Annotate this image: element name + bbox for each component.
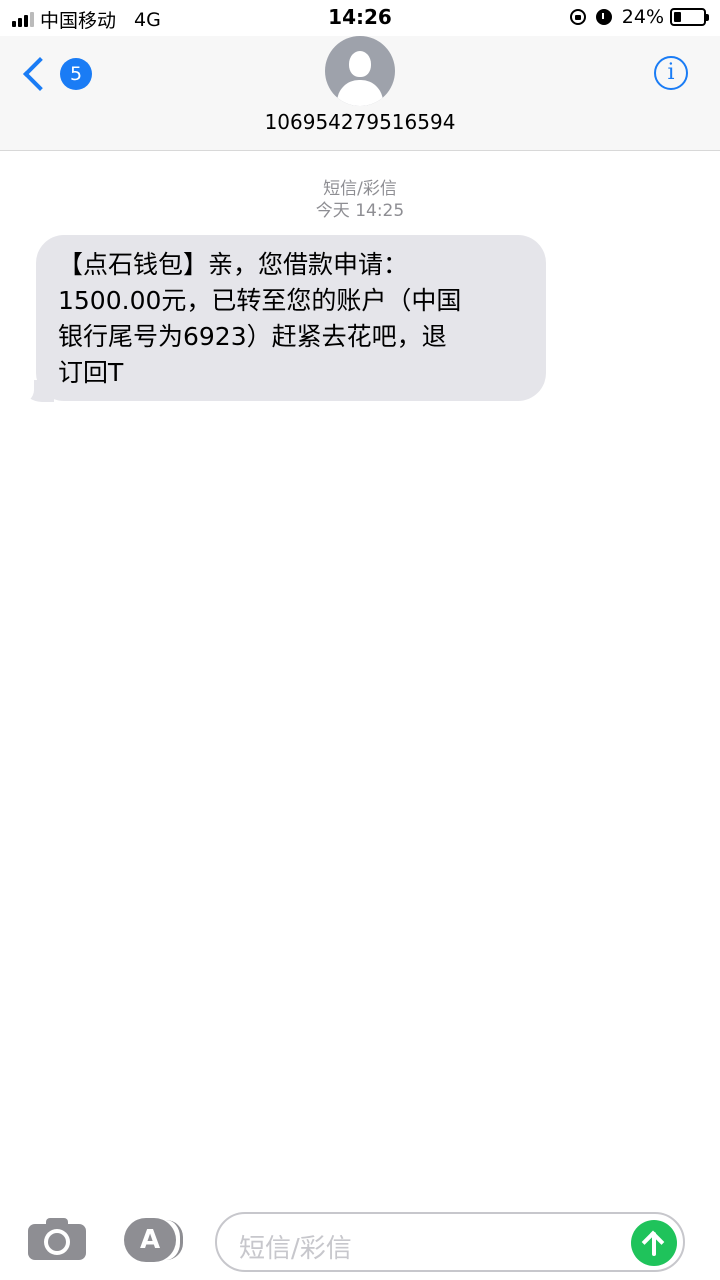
message-line: 1500.00元，已转至您的账户（中国 bbox=[58, 286, 462, 315]
rotation-lock-icon bbox=[569, 9, 586, 25]
battery-icon bbox=[670, 8, 709, 26]
status-bar: 中国移动 4G 14:26 24% bbox=[0, 0, 720, 36]
camera-button[interactable] bbox=[28, 1218, 86, 1260]
contact-avatar[interactable] bbox=[325, 36, 395, 106]
contact-number[interactable]: 106954279516594 bbox=[0, 110, 720, 134]
battery-percent: 24% bbox=[621, 6, 664, 28]
received-message-bubble[interactable]: 【点石钱包】亲，您借款申请： 1500.00元，已转至您的账户（中国 银行尾号为… bbox=[36, 235, 546, 401]
message-line: 订回T bbox=[58, 358, 124, 387]
message-input-placeholder: 短信/彩信 bbox=[239, 1234, 352, 1264]
send-button[interactable] bbox=[631, 1220, 677, 1266]
app-store-button[interactable]: A bbox=[124, 1218, 183, 1262]
back-button[interactable]: 5 bbox=[20, 57, 92, 91]
message-timestamp: 今天 14:25 bbox=[315, 201, 405, 221]
unread-count-badge: 5 bbox=[60, 58, 92, 90]
message-line: 【点石钱包】亲，您借款申请： bbox=[58, 250, 409, 279]
message-line: 银行尾号为6923）赶紧去花吧，退 bbox=[58, 322, 447, 351]
info-button[interactable]: i bbox=[654, 56, 688, 90]
app-store-icon: A bbox=[124, 1218, 176, 1262]
person-icon bbox=[349, 51, 371, 77]
message-input[interactable]: 短信/彩信 bbox=[215, 1212, 685, 1272]
chevron-left-icon bbox=[23, 57, 57, 91]
conversation-header: 5 106954279516594 i bbox=[0, 36, 720, 151]
alarm-icon bbox=[595, 9, 612, 25]
